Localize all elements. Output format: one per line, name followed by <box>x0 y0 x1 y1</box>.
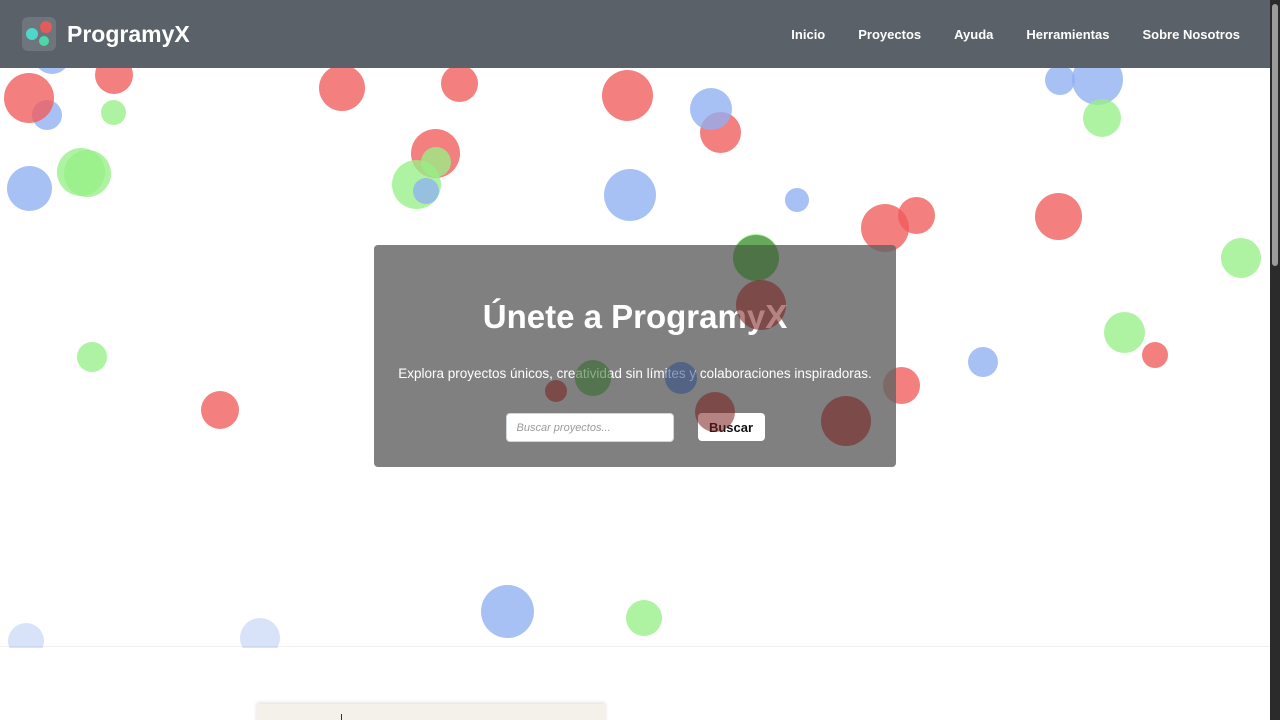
page-scrollbar[interactable] <box>1270 0 1280 720</box>
bubble <box>695 392 735 432</box>
bubble <box>1035 193 1082 240</box>
bubble <box>8 623 44 648</box>
nav-item-inicio[interactable]: Inicio <box>791 27 825 42</box>
bubble <box>77 342 107 372</box>
hero-card: Únete a ProgramyX Explora proyectos únic… <box>374 245 896 467</box>
bubble <box>690 88 732 130</box>
bubble <box>665 362 697 394</box>
brand[interactable]: ProgramyX <box>22 17 190 51</box>
hero-subtitle: Explora proyectos únicos, creatividad si… <box>398 366 872 381</box>
bubble <box>1083 99 1121 137</box>
scrollbar-thumb[interactable] <box>1272 4 1278 266</box>
top-navbar: ProgramyX Inicio Proyectos Ayuda Herrami… <box>0 0 1270 68</box>
search-input[interactable] <box>505 413 674 442</box>
bubble <box>575 360 611 396</box>
bubble <box>34 68 70 74</box>
bubble <box>413 178 439 204</box>
bubble <box>441 68 478 102</box>
text-cursor <box>341 714 342 720</box>
bubble <box>95 68 133 94</box>
bubble <box>4 73 54 123</box>
bubble <box>821 396 871 446</box>
content-card <box>257 704 605 720</box>
bubble <box>968 347 998 377</box>
nav-item-ayuda[interactable]: Ayuda <box>954 27 993 42</box>
bubble <box>1045 68 1075 95</box>
search-form: Buscar <box>374 413 896 442</box>
nav-item-proyectos[interactable]: Proyectos <box>858 27 921 42</box>
main-nav: Inicio Proyectos Ayuda Herramientas Sobr… <box>758 27 1240 42</box>
bubble <box>1142 342 1168 368</box>
bubble <box>785 188 809 212</box>
programyx-logo-icon <box>22 17 56 51</box>
bubble <box>1221 238 1261 278</box>
bubble <box>604 169 656 221</box>
bubble <box>733 235 779 281</box>
bubble <box>64 150 111 197</box>
bubble <box>240 618 280 648</box>
bubble <box>545 380 567 402</box>
bubble <box>481 585 534 638</box>
nav-item-sobre-nosotros[interactable]: Sobre Nosotros <box>1142 27 1240 42</box>
hero-title: Únete a ProgramyX <box>482 298 788 335</box>
brand-name: ProgramyX <box>67 20 190 47</box>
bubble <box>898 197 935 234</box>
bubble <box>602 70 653 121</box>
bubble <box>101 100 126 125</box>
bubble <box>736 280 786 330</box>
nav-item-herramientas[interactable]: Herramientas <box>1026 27 1109 42</box>
bubble <box>319 68 365 111</box>
bubble <box>201 391 239 429</box>
bubble <box>1104 312 1145 353</box>
bubble <box>626 600 662 636</box>
bubble <box>7 166 52 211</box>
bubble <box>421 147 451 177</box>
